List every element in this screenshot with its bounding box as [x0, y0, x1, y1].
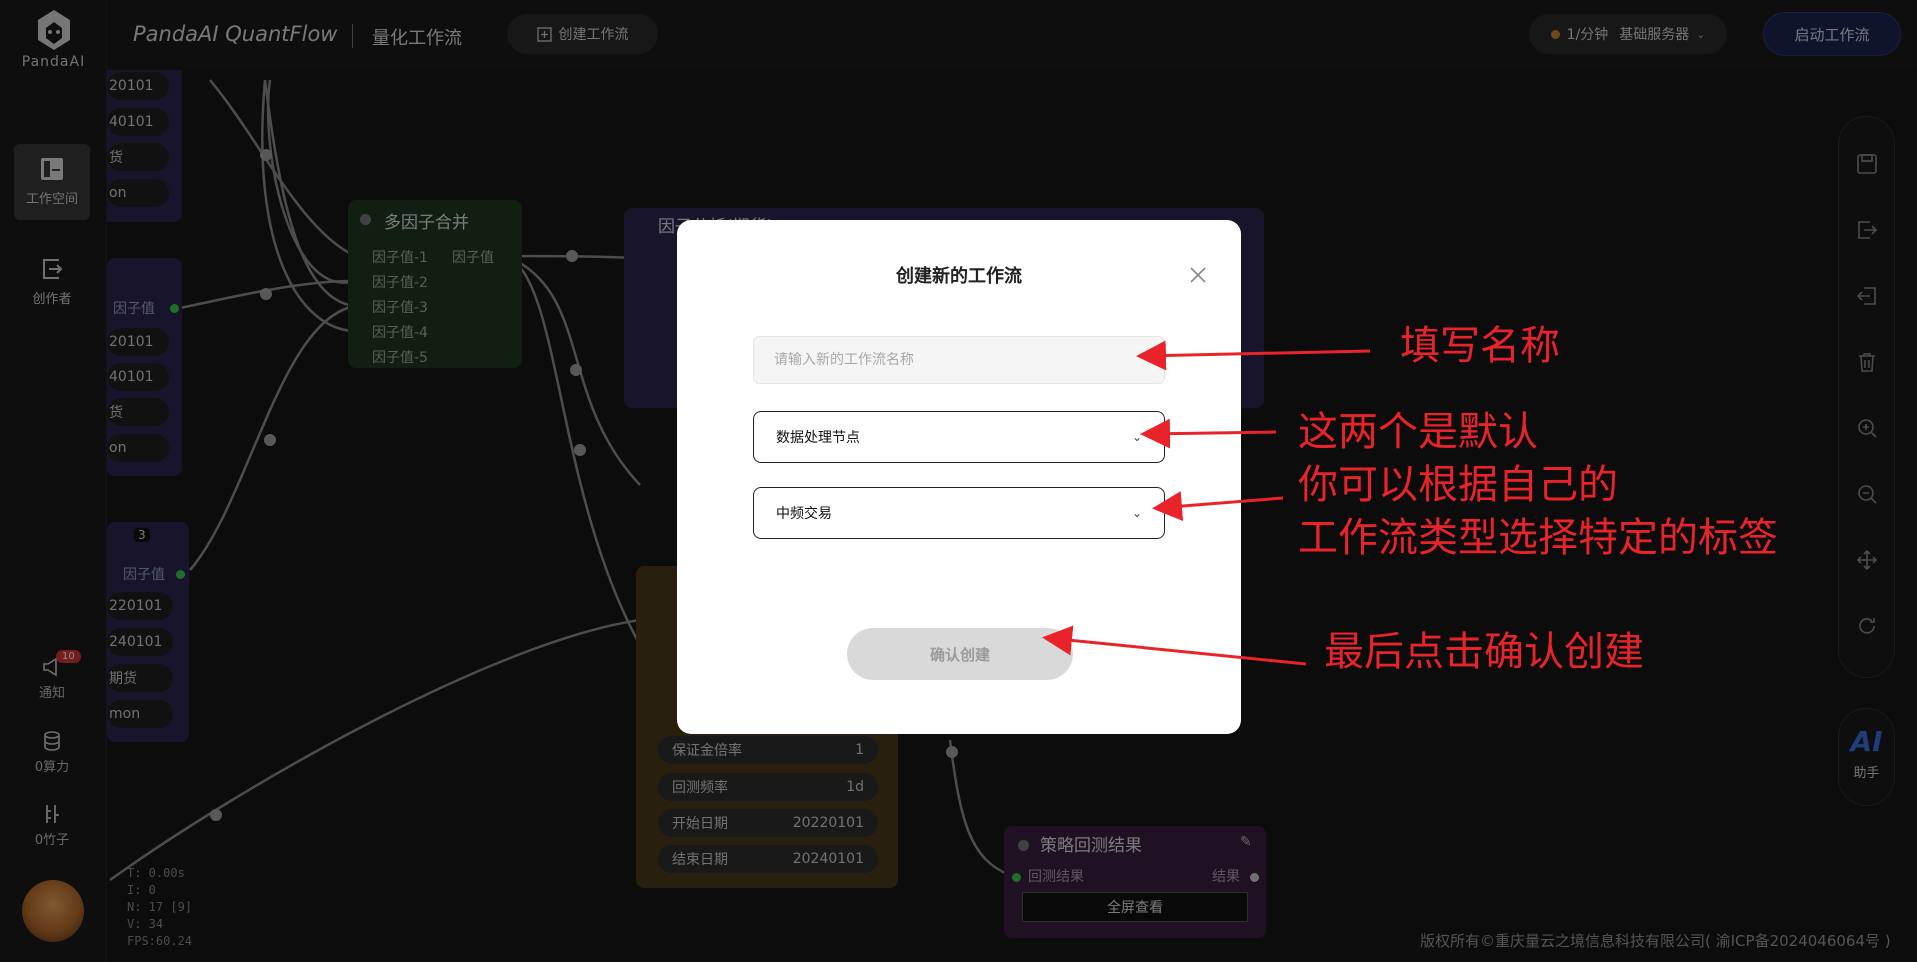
arrow-to-confirm: [1042, 625, 1307, 666]
annotation-fill-name: 填写名称: [1400, 323, 1560, 369]
arrow-to-name-input: [1136, 340, 1371, 371]
annotation-default-line1: 这两个是默认: [1298, 409, 1538, 455]
annotation-confirm: 最后点击确认创建: [1324, 629, 1644, 675]
annotation-default-line2: 你可以根据自己的: [1298, 462, 1618, 508]
annotation-default-line3: 工作流类型选择特定的标签: [1298, 515, 1778, 561]
arrow-to-select-2: [1152, 491, 1284, 522]
annotation-arrows: [1042, 340, 1371, 666]
arrow-to-select-1: [1140, 418, 1277, 449]
